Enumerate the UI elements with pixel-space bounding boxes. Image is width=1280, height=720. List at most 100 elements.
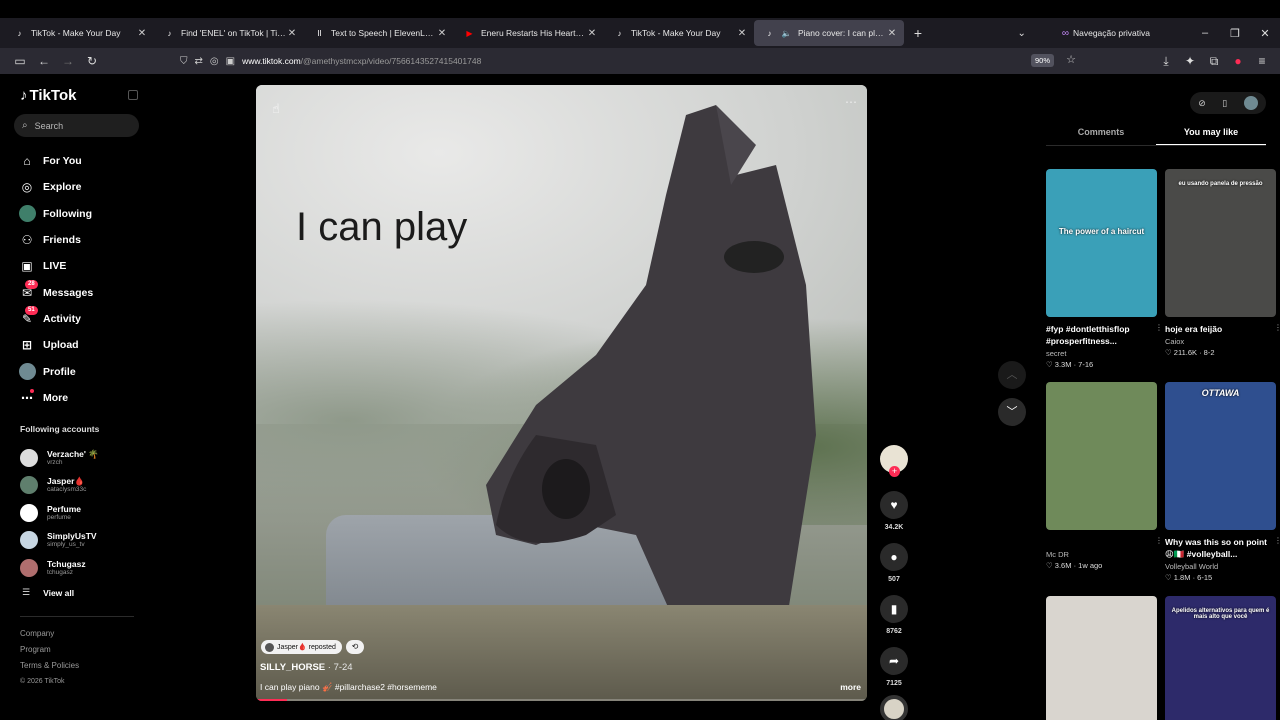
previous-video-button[interactable]: ︿ [998, 361, 1026, 389]
card-menu-icon[interactable]: ⋮ [1274, 536, 1280, 545]
menu-item-messages[interactable]: ✉ 28 Messages [18, 279, 93, 305]
browser-tab[interactable]: ♪ TikTok - Make Your Day ✕ [4, 20, 154, 46]
search-input[interactable] [34, 120, 125, 131]
browser-tab[interactable]: ♪ Find 'ENEL' on TikTok | TikTok S✕ [154, 20, 304, 46]
author-name[interactable]: SILLY_HORSE [260, 662, 325, 673]
bookmark-icon[interactable]: ▮ [880, 595, 908, 623]
compass-icon[interactable]: ⊘ [1198, 98, 1206, 109]
recommended-video-card[interactable]: The power of a haircut #fyp #dontletthisf… [1046, 169, 1163, 369]
more-button[interactable]: more [840, 682, 861, 692]
following-account[interactable]: SimplyUsTV simply_us_tv [20, 527, 99, 555]
video-thumbnail[interactable]: Apelidos alternativos para quem é mais a… [1165, 596, 1276, 720]
following-account[interactable]: Verzache' 🌴 vrzch [20, 444, 99, 472]
footer-link-company[interactable]: Company [20, 626, 79, 642]
page-info-icon[interactable]: ▣ [226, 56, 235, 67]
next-video-button[interactable]: ﹀ [998, 398, 1026, 426]
card-menu-icon[interactable]: ⋮ [1155, 323, 1163, 332]
repost-chip[interactable]: Jasper🩸 reposted [261, 640, 342, 654]
browser-tab[interactable]: ♪ 🔈 Piano cover: I can play pian✕ [754, 20, 904, 46]
menu-item-for-you[interactable]: ⌂ For You [18, 148, 93, 174]
shield-extension-icon[interactable]: ✦ [1178, 54, 1202, 68]
restore-button[interactable]: ❐ [1220, 27, 1250, 40]
profile-avatar[interactable] [1243, 96, 1258, 110]
list-tabs-chevron-icon[interactable]: ⌄ [1017, 28, 1025, 39]
menu-item-more[interactable]: ⋯ More [18, 385, 93, 411]
close-window-button[interactable]: ✕ [1250, 27, 1280, 40]
tracking-icon[interactable]: ◎ [210, 56, 219, 67]
video-thumbnail[interactable]: The power of a haircut [1046, 169, 1157, 317]
card-title[interactable]: Why was this so on point 😩🇮🇹 #volleyball… [1165, 536, 1276, 560]
recommended-video-card[interactable]: eu usando panela de pressão hoje era feij… [1165, 169, 1280, 357]
back-button[interactable]: ← [32, 54, 56, 68]
card-author[interactable]: Volleyball World [1165, 562, 1276, 571]
view-all-button[interactable]: ☰ View all [22, 587, 74, 598]
browser-tab[interactable]: ♪ TikTok - Make Your Day ✕ [604, 20, 754, 46]
menu-item-profile[interactable]: Profile [18, 358, 93, 384]
card-title[interactable]: #fyp #dontletthisflop #prosperfitness... [1046, 323, 1157, 347]
comment-bubble-icon[interactable]: ● [880, 543, 908, 571]
footer-link-terms[interactable]: Terms & Policies [20, 658, 79, 674]
shield-icon[interactable]: ⛉ [180, 56, 188, 67]
speaker-icon[interactable]: 🔈 [781, 28, 792, 39]
forward-button[interactable]: → [56, 54, 80, 68]
device-icon[interactable]: ▯ [1222, 98, 1227, 109]
video-thumbnail[interactable]: OTTAWA [1165, 382, 1276, 530]
menu-item-explore[interactable]: ◎ Explore [18, 174, 93, 200]
downloads-icon[interactable]: ⤓ [1154, 54, 1178, 69]
video-thumbnail[interactable] [1046, 382, 1157, 530]
card-author[interactable]: Mc DR [1046, 550, 1157, 559]
tiktok-logo[interactable]: ♪ TikTok [20, 87, 76, 104]
following-account[interactable]: Tchugasz tchugasz [20, 554, 99, 582]
recommended-video-card[interactable]: Apelidos alternativos para quem é mais a… [1165, 596, 1276, 720]
recommended-video-card[interactable]: Mc DR ♡ 3.6M · 1w ago ⋮ [1046, 382, 1163, 570]
card-author[interactable]: Caiox [1165, 337, 1276, 346]
creator-avatar[interactable]: + [880, 445, 908, 477]
permissions-icon[interactable]: ⇄ [195, 56, 203, 67]
video-options-icon[interactable]: ⋯ [845, 95, 857, 109]
menu-icon[interactable]: ≡ [1250, 54, 1274, 68]
share-arrow-icon[interactable]: ➦ [880, 647, 908, 675]
recommended-video-card[interactable] [1046, 596, 1157, 720]
card-menu-icon[interactable]: ⋮ [1274, 323, 1280, 332]
video-progress-bar[interactable] [256, 699, 867, 701]
follow-plus-icon[interactable]: + [889, 466, 900, 477]
collapse-sidebar-icon[interactable] [128, 90, 138, 100]
tab-you-may-like[interactable]: You may like [1156, 122, 1266, 146]
menu-item-upload[interactable]: ⊞ Upload [18, 332, 93, 358]
recommended-video-card[interactable]: OTTAWA Why was this so on point 😩🇮🇹 #voll… [1165, 382, 1280, 582]
sidebar-toggle-icon[interactable]: ▭ [8, 54, 32, 68]
video-thumbnail[interactable] [1046, 596, 1157, 720]
video-player[interactable]: I can play ⋯ ☝ Jasper🩸 reposted ⟲ SILLY_… [256, 85, 867, 701]
menu-item-following[interactable]: Following [18, 201, 93, 227]
minimize-button[interactable]: – [1190, 27, 1220, 39]
close-tab-icon[interactable]: ✕ [436, 28, 448, 39]
search-box[interactable]: ⌕ [14, 114, 139, 137]
following-account[interactable]: Jasper🩸 cataclysm33c [20, 472, 99, 500]
address-bar[interactable]: ⛉ ⇄ ◎ ▣ www.tiktok.com/@amethystmcxp/vid… [180, 51, 1080, 71]
menu-item-live[interactable]: ▣ LIVE [18, 253, 93, 279]
video-thumbnail[interactable]: eu usando panela de pressão [1165, 169, 1276, 317]
zoom-level[interactable]: 90% [1030, 54, 1054, 67]
close-tab-icon[interactable]: ✕ [586, 28, 598, 39]
close-tab-icon[interactable]: ✕ [136, 28, 148, 39]
browser-tab[interactable]: II Text to Speech | ElevenLabs ✕ [304, 20, 454, 46]
browser-tab[interactable]: ▶ Eneru Restarts His Heart - YouT✕ [454, 20, 604, 46]
card-title[interactable]: hoje era feijão [1165, 323, 1276, 335]
close-tab-icon[interactable]: ✕ [736, 28, 748, 39]
menu-item-activity[interactable]: ✎ 51 Activity [18, 305, 93, 332]
music-disc-icon[interactable] [880, 695, 908, 720]
extensions-icon[interactable]: ⧉ [1202, 54, 1226, 69]
close-tab-icon[interactable]: ✕ [886, 28, 898, 39]
new-tab-button[interactable]: + [904, 25, 932, 41]
close-tab-icon[interactable]: ✕ [286, 28, 298, 39]
tab-comments[interactable]: Comments [1046, 122, 1156, 146]
card-menu-icon[interactable]: ⋮ [1155, 536, 1163, 545]
following-account[interactable]: Perfume perfume [20, 499, 99, 527]
footer-link-program[interactable]: Program [20, 642, 79, 658]
reload-button[interactable]: ↻ [80, 54, 104, 68]
card-author[interactable]: secret [1046, 349, 1157, 358]
like-heart-icon[interactable]: ♥ [880, 491, 908, 519]
video-author[interactable]: SILLY_HORSE · 7-24 [260, 662, 353, 673]
repost-icon[interactable]: ⟲ [346, 640, 364, 654]
ublock-icon[interactable]: ● [1226, 54, 1250, 68]
